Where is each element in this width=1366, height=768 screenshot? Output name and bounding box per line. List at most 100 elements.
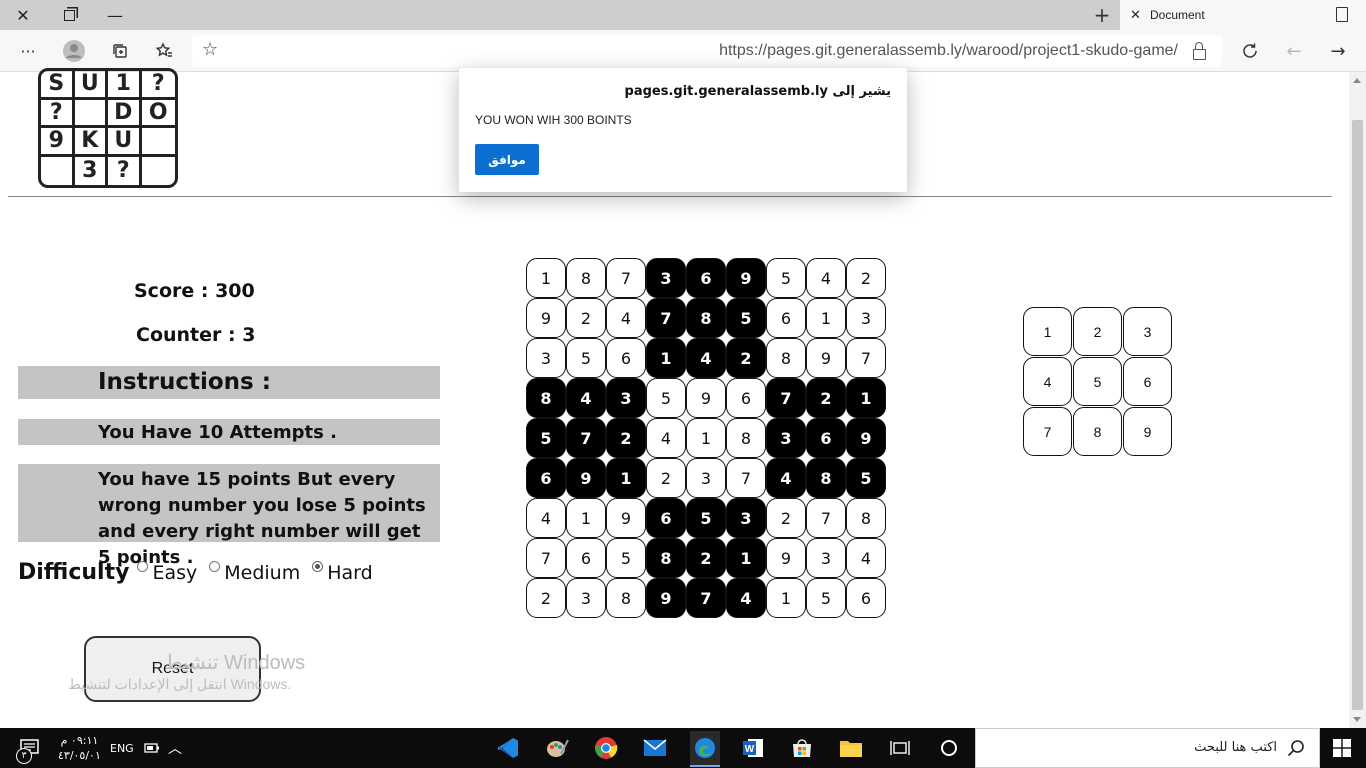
board-cell[interactable]: 4 [566,378,606,418]
board-cell[interactable]: 2 [686,538,726,578]
board-cell[interactable]: 6 [846,578,886,618]
new-tab-icon[interactable]: + [1090,4,1114,26]
scroll-down-icon[interactable] [1353,717,1361,722]
board-cell[interactable]: 6 [726,378,766,418]
board-cell[interactable]: 6 [766,298,806,338]
board-cell[interactable]: 5 [606,538,646,578]
number-pad-key[interactable]: 6 [1123,357,1172,406]
number-pad-key[interactable]: 8 [1073,407,1122,456]
restore-window-icon[interactable] [46,0,92,30]
board-cell[interactable]: 5 [686,498,726,538]
board-cell[interactable]: 3 [726,498,766,538]
board-cell[interactable]: 8 [646,538,686,578]
network-icon[interactable] [144,728,160,768]
close-tab-icon[interactable]: ✕ [1130,8,1142,23]
board-cell[interactable]: 6 [526,458,566,498]
board-cell[interactable]: 5 [646,378,686,418]
board-cell[interactable]: 7 [726,458,766,498]
board-cell[interactable]: 9 [606,498,646,538]
back-icon[interactable]: ← [1276,30,1312,72]
board-cell[interactable]: 2 [646,458,686,498]
board-cell[interactable]: 4 [806,258,846,298]
board-cell[interactable]: 2 [806,378,846,418]
board-cell[interactable]: 7 [806,498,846,538]
board-cell[interactable]: 2 [566,298,606,338]
board-cell[interactable]: 7 [646,298,686,338]
board-cell[interactable]: 2 [846,258,886,298]
board-cell[interactable]: 6 [686,258,726,298]
paint-icon[interactable] [543,734,571,762]
forward-icon[interactable]: → [1320,30,1356,72]
word-icon[interactable]: W [739,734,767,762]
difficulty-medium-radio[interactable] [209,561,221,572]
board-cell[interactable]: 5 [766,258,806,298]
board-cell[interactable]: 4 [726,578,766,618]
profile-avatar[interactable] [56,30,92,72]
task-view-icon[interactable] [886,734,914,762]
board-cell[interactable]: 5 [566,338,606,378]
taskbar-search-box[interactable]: اكتب هنا للبحث [975,728,1320,768]
minimize-window-icon[interactable]: — [92,0,138,30]
difficulty-hard-radio[interactable] [312,561,324,572]
board-cell[interactable]: 1 [606,458,646,498]
edge-icon[interactable] [690,731,720,767]
board-cell[interactable]: 1 [726,538,766,578]
board-cell[interactable]: 7 [846,338,886,378]
difficulty-medium-label[interactable]: Medium [224,562,300,584]
board-cell[interactable]: 1 [846,378,886,418]
vscode-icon[interactable] [494,734,522,762]
difficulty-hard-label[interactable]: Hard [327,562,372,584]
language-indicator[interactable]: ENG [110,728,134,768]
board-cell[interactable]: 3 [806,538,846,578]
board-cell[interactable]: 5 [806,578,846,618]
board-cell[interactable]: 8 [686,298,726,338]
board-cell[interactable]: 7 [686,578,726,618]
board-cell[interactable]: 9 [806,338,846,378]
board-cell[interactable]: 3 [646,258,686,298]
cortana-icon[interactable] [935,734,963,762]
board-cell[interactable]: 9 [526,298,566,338]
lock-icon[interactable] [1193,42,1206,60]
board-cell[interactable]: 8 [766,338,806,378]
store-icon[interactable] [788,734,816,762]
board-cell[interactable]: 6 [806,418,846,458]
number-pad-key[interactable]: 4 [1023,357,1072,406]
board-cell[interactable]: 1 [526,258,566,298]
favorites-icon[interactable] [146,30,182,72]
board-cell[interactable]: 8 [606,578,646,618]
close-window-icon[interactable]: ✕ [0,0,46,30]
board-cell[interactable]: 8 [806,458,846,498]
number-pad-key[interactable]: 3 [1123,307,1172,356]
board-cell[interactable]: 7 [566,418,606,458]
board-cell[interactable]: 8 [726,418,766,458]
board-cell[interactable]: 8 [846,498,886,538]
board-cell[interactable]: 6 [566,538,606,578]
board-cell[interactable]: 8 [526,378,566,418]
board-cell[interactable]: 1 [686,418,726,458]
board-cell[interactable]: 1 [766,578,806,618]
board-cell[interactable]: 4 [646,418,686,458]
board-cell[interactable]: 3 [566,578,606,618]
board-cell[interactable]: 5 [726,298,766,338]
board-cell[interactable]: 9 [846,418,886,458]
mail-icon[interactable] [641,734,669,762]
board-cell[interactable]: 7 [526,538,566,578]
board-cell[interactable]: 5 [526,418,566,458]
board-cell[interactable]: 3 [846,298,886,338]
file-explorer-icon[interactable] [837,734,865,762]
number-pad-key[interactable]: 2 [1073,307,1122,356]
board-cell[interactable]: 3 [766,418,806,458]
board-cell[interactable]: 2 [726,338,766,378]
board-cell[interactable]: 2 [606,418,646,458]
board-cell[interactable]: 2 [766,498,806,538]
scroll-thumb[interactable] [1352,120,1363,710]
browser-tab[interactable]: ✕ Document [1120,0,1366,30]
difficulty-easy-label[interactable]: Easy [152,562,197,584]
board-cell[interactable]: 4 [846,538,886,578]
start-windows-icon[interactable] [1328,734,1356,762]
difficulty-easy-radio[interactable] [137,561,149,572]
board-cell[interactable]: 4 [766,458,806,498]
clock[interactable]: ٠٩:١١ م ٤٣/٠٥/٠١ [58,728,101,768]
board-cell[interactable]: 9 [686,378,726,418]
board-cell[interactable]: 1 [566,498,606,538]
